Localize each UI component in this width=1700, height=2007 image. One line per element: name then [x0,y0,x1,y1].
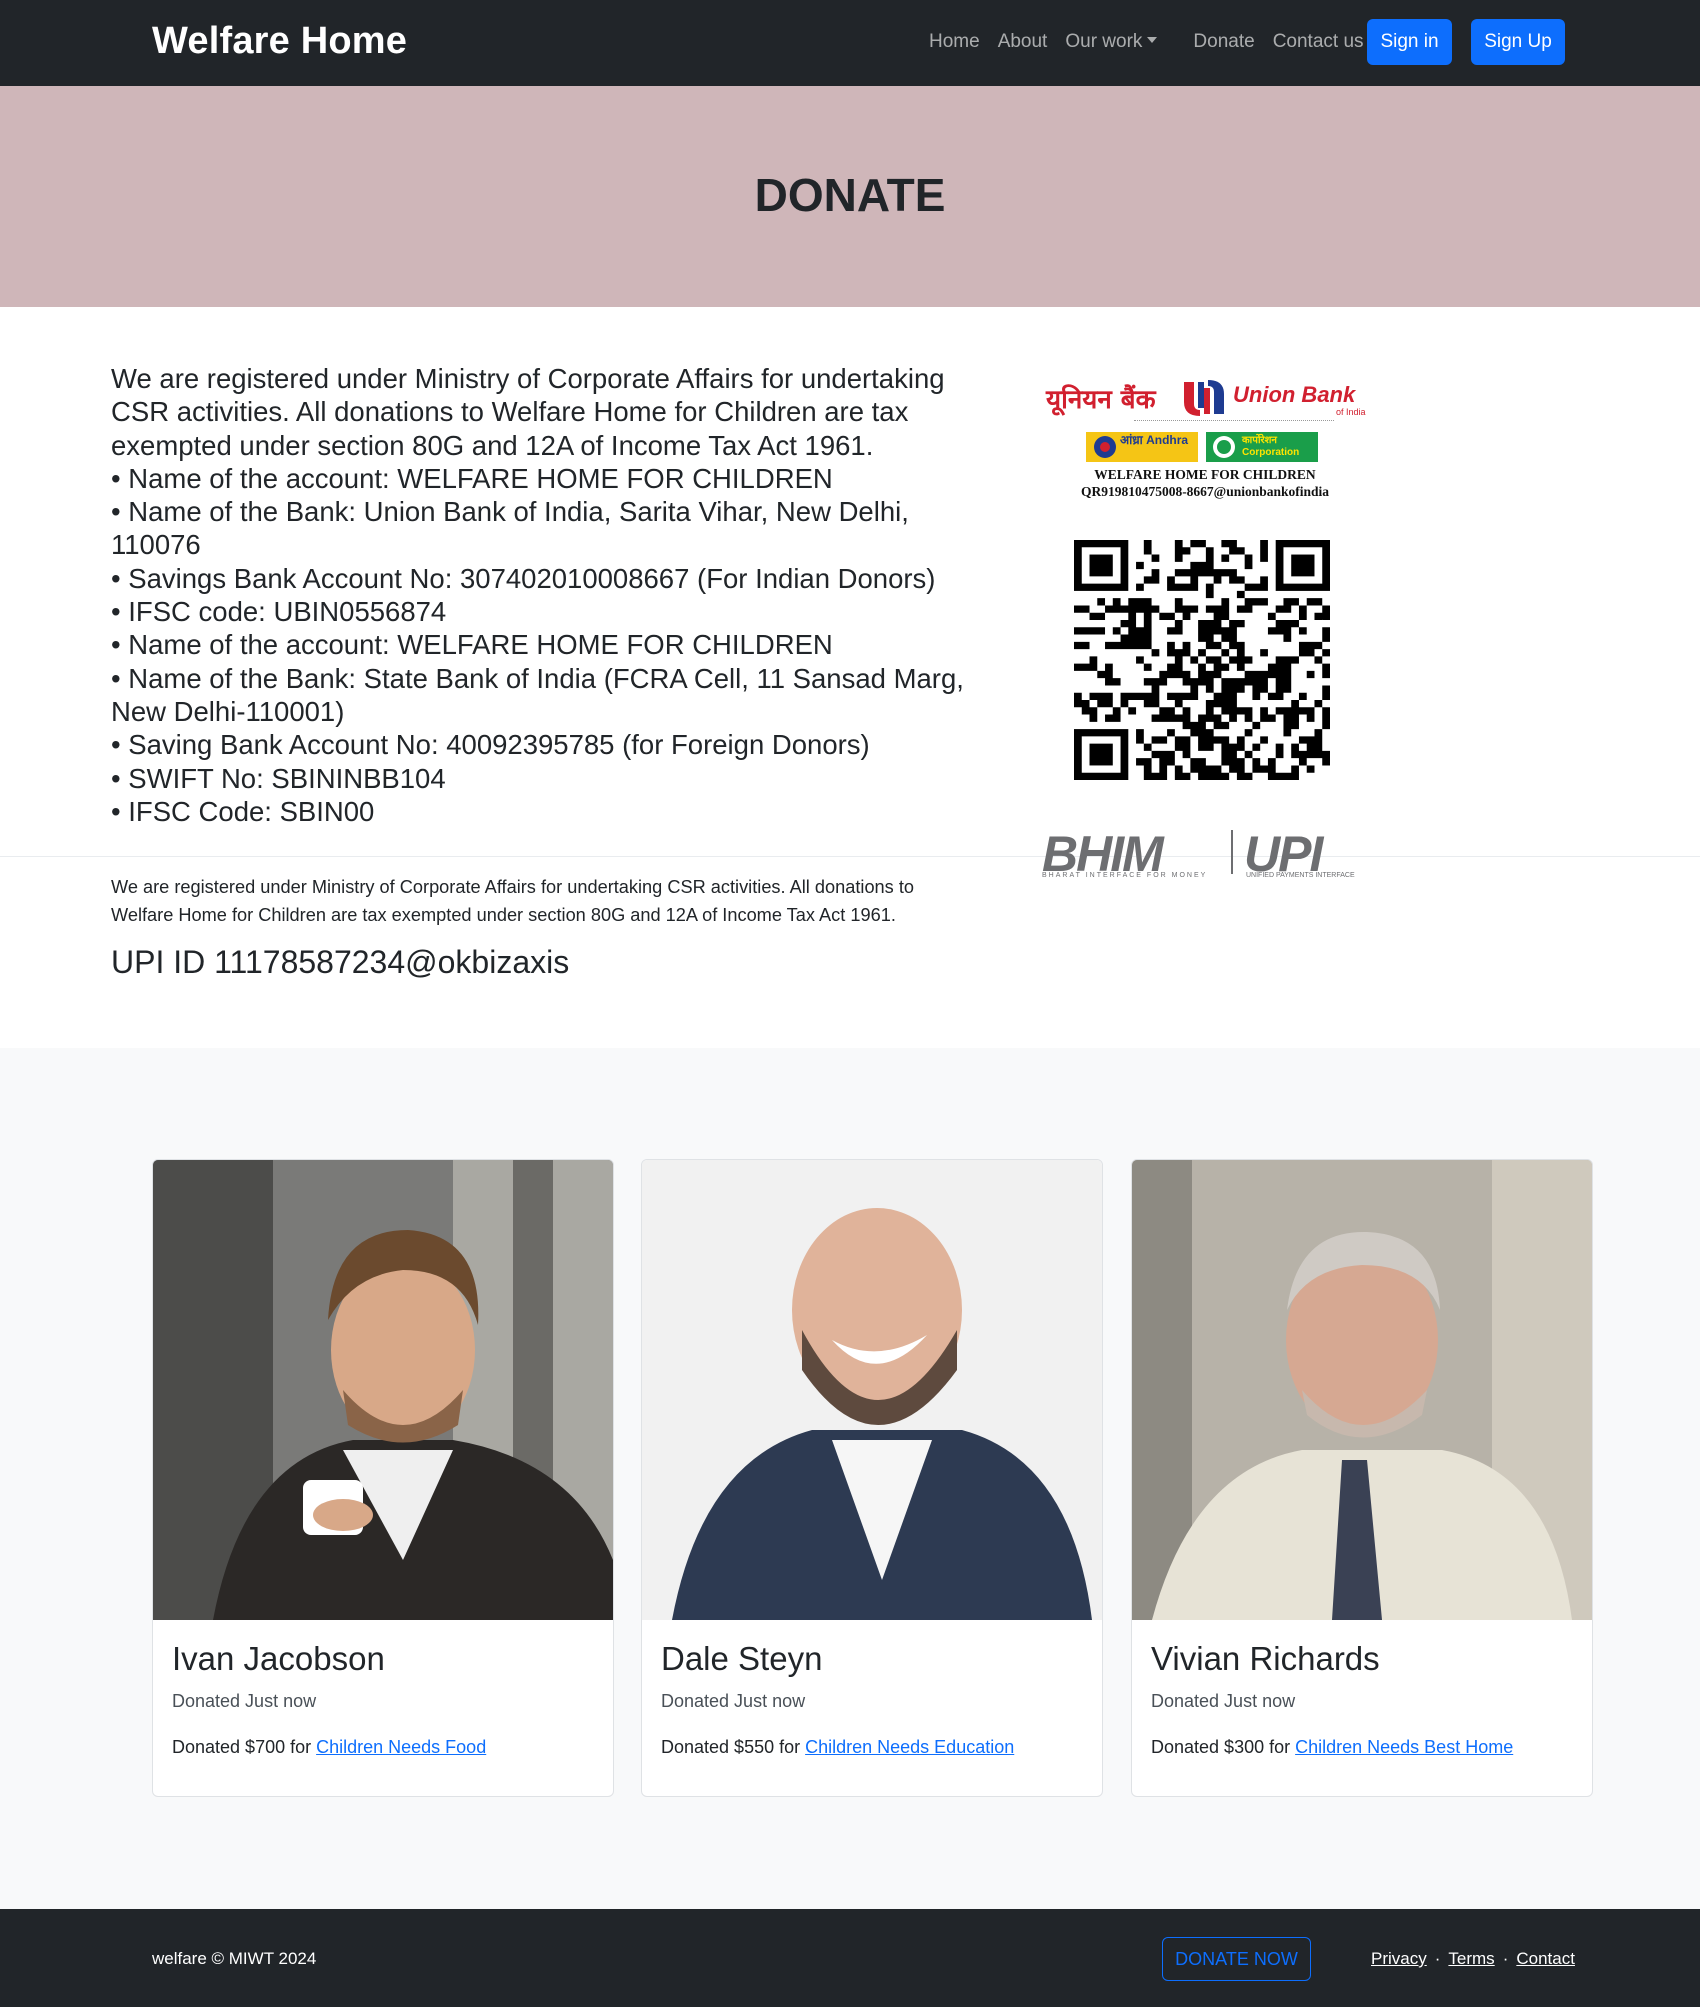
info-line: • Name of the Bank: Union Bank of India,… [111,496,909,561]
andhra-bank-label: आंध्रा Andhra [1120,433,1189,447]
copyright-text: welfare © MIWT 2024 [152,1949,317,1968]
upi-id: UPI ID 11178587234@okbizaxis [111,944,570,980]
nav-link-home[interactable]: Home [929,31,980,53]
info-line: • IFSC code: UBIN0556874 [111,596,447,628]
footer: welfare © MIWT 2024 DONATE NOW Privacy · T… [0,1909,1700,2007]
corporation-bank-logo: कार्पोरेशन Corporation [1206,432,1318,462]
caret-down-icon [1147,37,1158,44]
donor-card: Vivian Richards Donated Just now Donated… [1131,1159,1593,1797]
footer-links: Privacy · Terms · Contact [1371,1949,1575,1969]
footer-link-terms[interactable]: Terms [1448,1949,1494,1968]
donor-name: Dale Steyn [661,1640,823,1677]
info-line: • Name of the Bank: State Bank of India … [111,662,964,727]
donor-card: Ivan Jacobson Donated Just now Donated $… [152,1159,614,1797]
donation-intro: We are registered under Ministry of Corp… [111,363,945,461]
separator: · [1502,1949,1509,1968]
donor-photo [153,1160,613,1620]
donation-amount: Donated $300 for [1151,1737,1296,1757]
corporation-logo-icon [1213,436,1235,458]
nav-dropdown-our-work[interactable]: Our work [1065,31,1175,53]
cause-link[interactable]: Children Needs Education [805,1737,1014,1757]
hero-banner: DONATE [0,86,1700,307]
sign-up-button[interactable]: Sign Up [1471,19,1565,65]
nav-dropdown-label: Our work [1065,31,1143,52]
navbar: Welfare Home Home About Our work Donate … [0,0,1700,86]
qr-reference: QR919810475008-8667@unionbankofindia [1080,484,1330,499]
donation-info: We are registered under Ministry of Corp… [111,362,991,828]
info-line: • Saving Bank Account No: 40092395785 (f… [111,729,870,761]
donation-time: Donated Just now [661,1691,806,1711]
donation-detail: Donated $550 for Children Needs Educatio… [661,1737,1014,1758]
bhim-tagline: BHARAT INTERFACE FOR MONEY [1042,872,1208,879]
donor-name: Vivian Richards [1151,1640,1380,1677]
info-line: • IFSC Code: SBIN00 [111,795,375,827]
donor-name: Ivan Jacobson [172,1640,385,1677]
footer-link-privacy[interactable]: Privacy [1371,1949,1427,1968]
union-bank-logo-icon [1184,380,1224,416]
donor-photo [1132,1160,1592,1620]
bank-name-sub: of India [1336,407,1366,417]
tax-exemption-note: We are registered under Ministry of Corp… [111,877,914,925]
page-title: DONATE [754,169,946,221]
divider [1134,420,1334,424]
separator: · [1434,1949,1441,1968]
donor-card: Dale Steyn Donated Just now Donated $550… [641,1159,1103,1797]
donation-time: Donated Just now [172,1691,317,1711]
nav-link-about[interactable]: About [998,31,1048,53]
donation-amount: Donated $550 for [661,1737,806,1757]
corporation-bank-label: कार्पोरेशन Corporation [1242,435,1300,458]
divider [0,856,1700,857]
qr-code-icon [1074,540,1330,780]
andhra-bank-logo: आंध्रा Andhra [1086,432,1198,462]
sign-in-button[interactable]: Sign in [1367,19,1452,65]
payment-qr-image: यूनियन बैंक Union Bank of India आंध्रा A… [1040,370,1370,890]
nav-link-donate[interactable]: Donate [1193,31,1254,53]
qr-account-name: WELFARE HOME FOR CHILDREN [1094,467,1316,482]
info-line: • Name of the account: WELFARE HOME FOR … [111,629,833,661]
upi-tagline: UNIFIED PAYMENTS INTERFACE [1246,872,1355,879]
bank-name-english: Union Bank [1233,382,1356,407]
info-line: • Savings Bank Account No: 3074020100086… [111,562,936,594]
brand-logo-text[interactable]: Welfare Home [152,20,407,63]
donation-detail: Donated $700 for Children Needs Food [172,1737,486,1758]
bank-name-hindi: यूनियन बैंक [1046,385,1156,415]
info-line: • Name of the account: WELFARE HOME FOR … [111,462,833,494]
cause-link[interactable]: Children Needs Food [316,1737,486,1757]
info-line: • SWIFT No: SBININBB104 [111,762,446,794]
donor-photo [642,1160,1102,1620]
donation-time: Donated Just now [1151,1691,1296,1711]
donation-amount: Donated $700 for [172,1737,317,1757]
logo-divider [1231,830,1233,874]
payment-account-name: WELFARE HOME FOR CHILDREN QR919810475008… [1040,466,1370,500]
cause-link[interactable]: Children Needs Best Home [1295,1737,1513,1757]
donation-detail: Donated $300 for Children Needs Best Hom… [1151,1737,1513,1758]
footer-link-contact[interactable]: Contact [1516,1949,1575,1968]
nav-links: Home About Our work Donate Contact us [929,31,1382,53]
nav-link-contact[interactable]: Contact us [1273,31,1364,53]
andhra-logo-icon [1094,436,1116,458]
donate-now-button[interactable]: DONATE NOW [1162,1937,1311,1981]
